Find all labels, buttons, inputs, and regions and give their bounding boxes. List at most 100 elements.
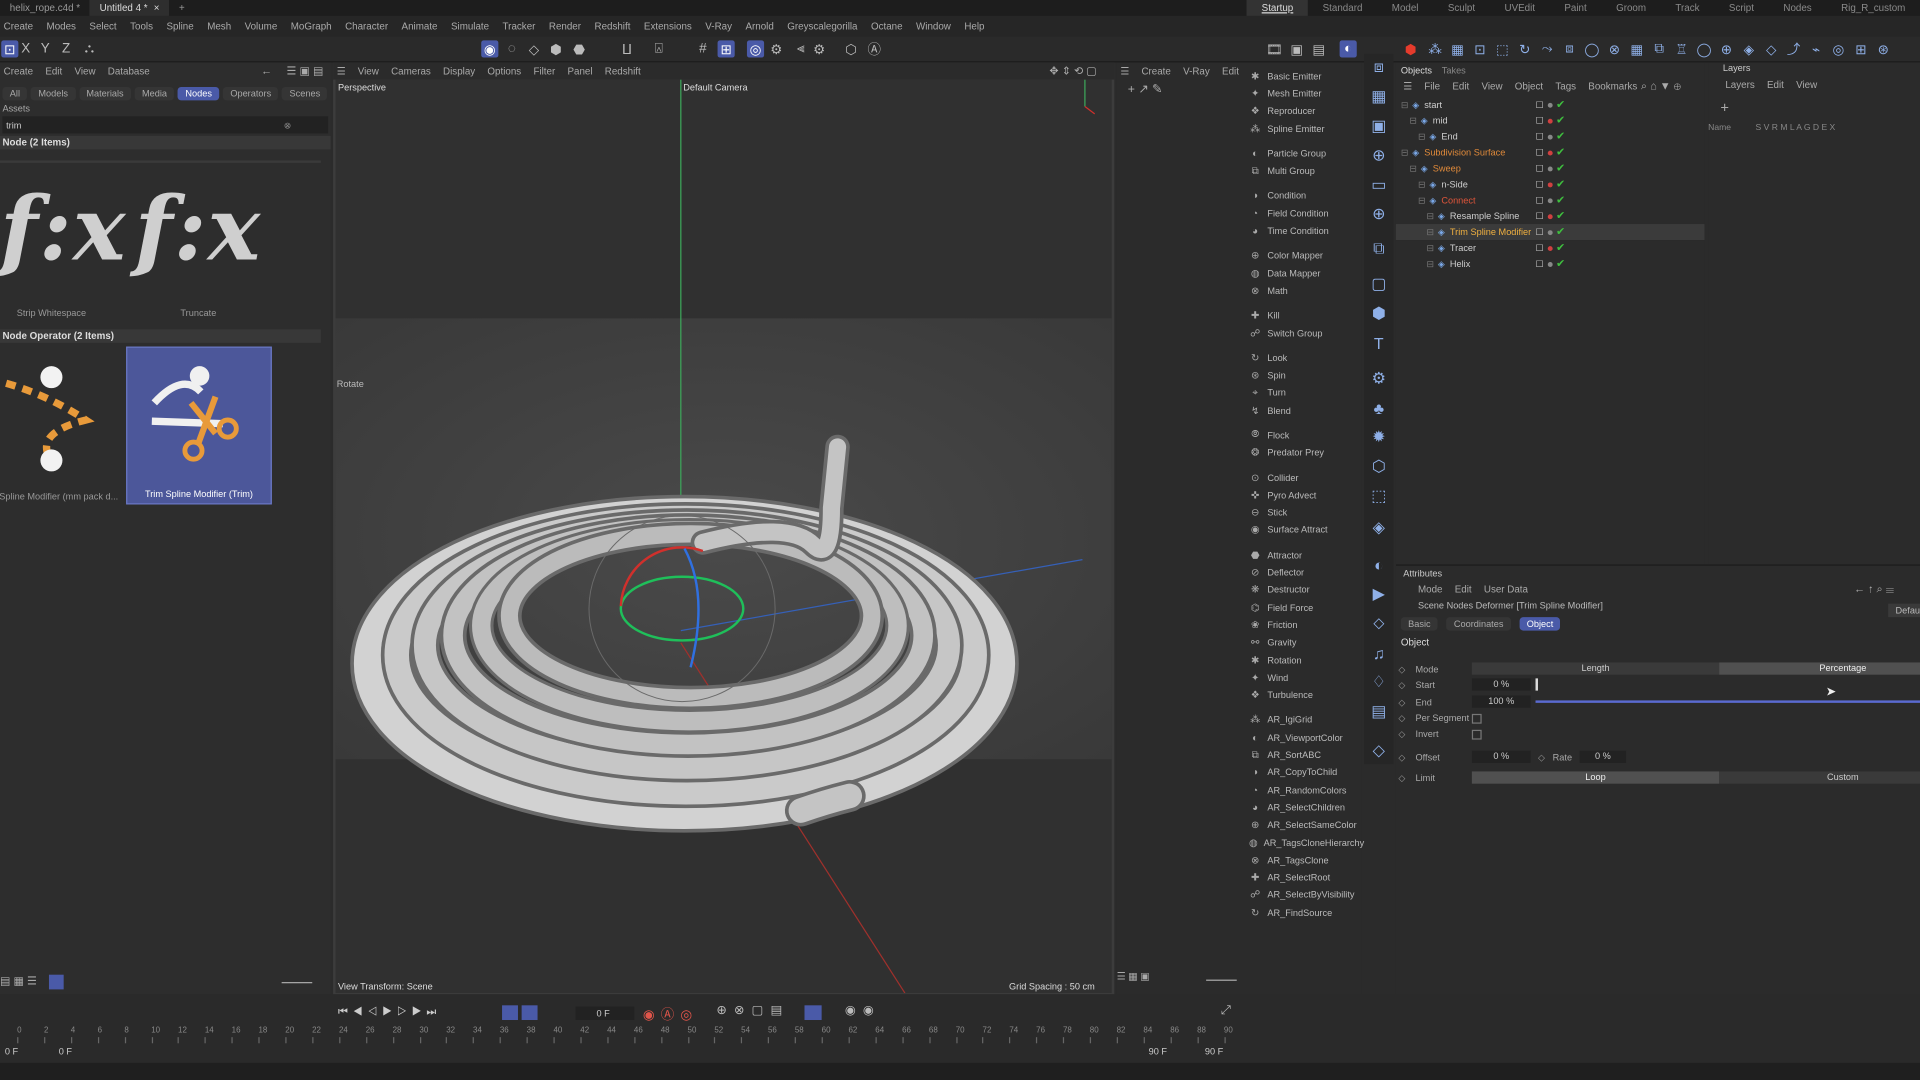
- side-tool-icon[interactable]: ⧉: [1368, 238, 1390, 260]
- command-item[interactable]: ⚯ Gravity: [1245, 634, 1361, 652]
- layout-tab-2[interactable]: Model: [1377, 0, 1433, 16]
- command-item[interactable]: ❂ Predator Prey: [1245, 444, 1361, 462]
- asset-menu-item[interactable]: Edit: [45, 66, 62, 77]
- keyframe-diamond-icon[interactable]: ◇: [1398, 713, 1415, 724]
- editor-visibility-icon[interactable]: ☐: [1536, 163, 1544, 174]
- mode-percentage-option[interactable]: Percentage: [1719, 662, 1920, 675]
- expand-icon[interactable]: ⊟: [1427, 258, 1435, 269]
- filter-materials[interactable]: Materials: [79, 86, 131, 100]
- start-frame-field[interactable]: 0 F: [5, 1046, 18, 1057]
- menu-item[interactable]: MoGraph: [291, 21, 332, 32]
- axis-z-button[interactable]: Z: [58, 40, 75, 57]
- viewport-menu-item[interactable]: Redshift: [605, 66, 641, 77]
- command-item[interactable]: ⊗ Math: [1245, 282, 1361, 300]
- asset-search-input[interactable]: trim ⊗: [2, 116, 329, 134]
- axis-y-button[interactable]: Y: [37, 40, 54, 57]
- command-item[interactable]: ❖ Turbulence: [1245, 686, 1361, 704]
- menu-item[interactable]: Tracker: [503, 21, 536, 32]
- layers-menu-item[interactable]: View: [1796, 80, 1817, 91]
- editor-visibility-icon[interactable]: ☐: [1536, 195, 1544, 206]
- magnet-icon[interactable]: Ⓐ: [866, 40, 883, 58]
- new-tab-button[interactable]: +: [169, 0, 194, 16]
- limit-custom-option[interactable]: Custom: [1719, 771, 1920, 784]
- viewport-menu-item[interactable]: Options: [487, 66, 521, 77]
- menu-item[interactable]: Volume: [245, 21, 278, 32]
- viewport-menu-icon[interactable]: ☰: [337, 66, 346, 77]
- strip-whitespace-thumb[interactable]: f:x: [0, 176, 127, 280]
- command-item[interactable]: ☍ Switch Group: [1245, 324, 1361, 342]
- commander-size-slider[interactable]: [1206, 979, 1237, 981]
- menu-item[interactable]: Greyscalegorilla: [787, 21, 857, 32]
- command-item[interactable]: ⊖ Stick: [1245, 504, 1361, 522]
- layers-menu-item[interactable]: Layers: [1725, 80, 1754, 91]
- layout-tab-0[interactable]: Startup: [1246, 0, 1308, 16]
- menu-item[interactable]: Redshift: [594, 21, 630, 32]
- layout-tab-7[interactable]: Track: [1661, 0, 1715, 16]
- filter-icon[interactable]: [48, 974, 64, 990]
- command-item[interactable]: ◉ Surface Attract: [1245, 521, 1361, 539]
- mode-length-option[interactable]: Length: [1471, 662, 1720, 675]
- viewport-menu-item[interactable]: Display: [443, 66, 475, 77]
- enabled-check-icon[interactable]: ✔: [1556, 98, 1565, 111]
- menu-item[interactable]: Tools: [130, 21, 153, 32]
- viewport-menu-item[interactable]: View: [358, 66, 379, 77]
- commander-view-icons[interactable]: ☰ ▦ ▣: [1117, 971, 1150, 982]
- filter-scenes[interactable]: Scenes: [282, 86, 328, 100]
- layout-tab-5[interactable]: Paint: [1550, 0, 1602, 16]
- enabled-check-icon[interactable]: ✔: [1556, 209, 1565, 222]
- redshift-tool-icon[interactable]: ◎: [1830, 40, 1847, 57]
- side-tool-icon[interactable]: ✹: [1368, 426, 1390, 448]
- render-dot-icon[interactable]: [1547, 261, 1553, 267]
- side-tool-icon[interactable]: ♢: [1368, 671, 1390, 693]
- render-dot-icon[interactable]: [1547, 102, 1553, 108]
- workplane-icon[interactable]: ◎: [746, 40, 765, 58]
- command-item[interactable]: ◕ Time Condition: [1245, 222, 1361, 240]
- view-list-icon[interactable]: ☰ ▣ ▤: [287, 65, 324, 78]
- object-row[interactable]: ⊟ ◈ Resample Spline ☐ ✔: [1396, 208, 1705, 224]
- expand-icon[interactable]: ⊟: [1427, 242, 1435, 253]
- object-row[interactable]: ⊟ ◈ n-Side ☐ ✔: [1396, 176, 1705, 192]
- model-mode-icon[interactable]: ◉: [481, 40, 499, 58]
- command-item[interactable]: ⌖ Turn: [1245, 384, 1361, 402]
- keyframe-diamond-icon[interactable]: ◇: [1398, 751, 1415, 762]
- timeline-ruler[interactable]: 0 2 4 6 8 10 12 14 16 18 20 22 24 26 28 30 32 34 36 38 40 42 4…: [0, 1026, 1237, 1044]
- redshift-tool-icon[interactable]: ⊞: [1852, 40, 1869, 57]
- editor-visibility-icon[interactable]: ☐: [1536, 227, 1544, 238]
- enabled-check-icon[interactable]: ✔: [1556, 225, 1565, 238]
- object-row[interactable]: ⊟ ◈ Helix ☐ ✔: [1396, 256, 1705, 272]
- filter-operators[interactable]: Operators: [222, 86, 279, 100]
- expand-icon[interactable]: ⊟: [1409, 163, 1417, 174]
- render-dot-icon[interactable]: [1547, 150, 1553, 155]
- key-mode-icons[interactable]: ⊕⊗▢▤: [716, 1004, 789, 1017]
- command-item[interactable]: ⦾ Flock: [1245, 427, 1361, 445]
- side-tool-icon[interactable]: ▶: [1368, 583, 1390, 605]
- commander-menu-item[interactable]: V-Ray: [1183, 66, 1210, 77]
- command-item[interactable]: ⊘ Deflector: [1245, 564, 1361, 582]
- object-row[interactable]: ⊟ ◈ Sweep ☐ ✔: [1396, 160, 1705, 176]
- menu-item[interactable]: Character: [345, 21, 388, 32]
- render-view-icon[interactable]: 🎞: [1266, 40, 1283, 57]
- command-item[interactable]: ❋ Destructor: [1245, 581, 1361, 599]
- side-tool-icon[interactable]: ♫: [1368, 642, 1390, 664]
- command-item[interactable]: ◕ AR_SelectChildren: [1245, 799, 1361, 817]
- command-item[interactable]: ✱ Rotation: [1245, 651, 1361, 669]
- editor-visibility-icon[interactable]: ☐: [1536, 99, 1544, 110]
- asset-menu-item[interactable]: View: [74, 66, 95, 77]
- command-item[interactable]: ✦ Mesh Emitter: [1245, 85, 1361, 103]
- keyframe-diamond-icon[interactable]: ◇: [1398, 663, 1415, 674]
- command-item[interactable]: ◍ AR_TagsCloneHierarchy: [1245, 834, 1364, 852]
- commander-menu-item[interactable]: Create: [1141, 66, 1170, 77]
- clear-search-icon[interactable]: ⊗: [284, 119, 292, 130]
- menu-item[interactable]: Spline: [166, 21, 193, 32]
- command-item[interactable]: ⁂ Spline Emitter: [1245, 120, 1361, 138]
- attr-tab-basic[interactable]: Basic: [1400, 616, 1438, 631]
- snap-icon[interactable]: ⊞: [717, 40, 735, 58]
- object-row[interactable]: ⊟ ◈ End ☐ ✔: [1396, 129, 1705, 145]
- command-item[interactable]: ✱ Basic Emitter: [1245, 67, 1361, 85]
- side-tool-icon[interactable]: ♣: [1368, 397, 1390, 419]
- side-tool-icon[interactable]: ⬢: [1368, 302, 1390, 324]
- command-item[interactable]: ❀ Friction: [1245, 616, 1361, 634]
- objects-tab[interactable]: Objects: [1401, 65, 1432, 76]
- symmetry-icon[interactable]: ⫷: [792, 40, 809, 57]
- end-frame-field[interactable]: 90 F: [1205, 1046, 1223, 1057]
